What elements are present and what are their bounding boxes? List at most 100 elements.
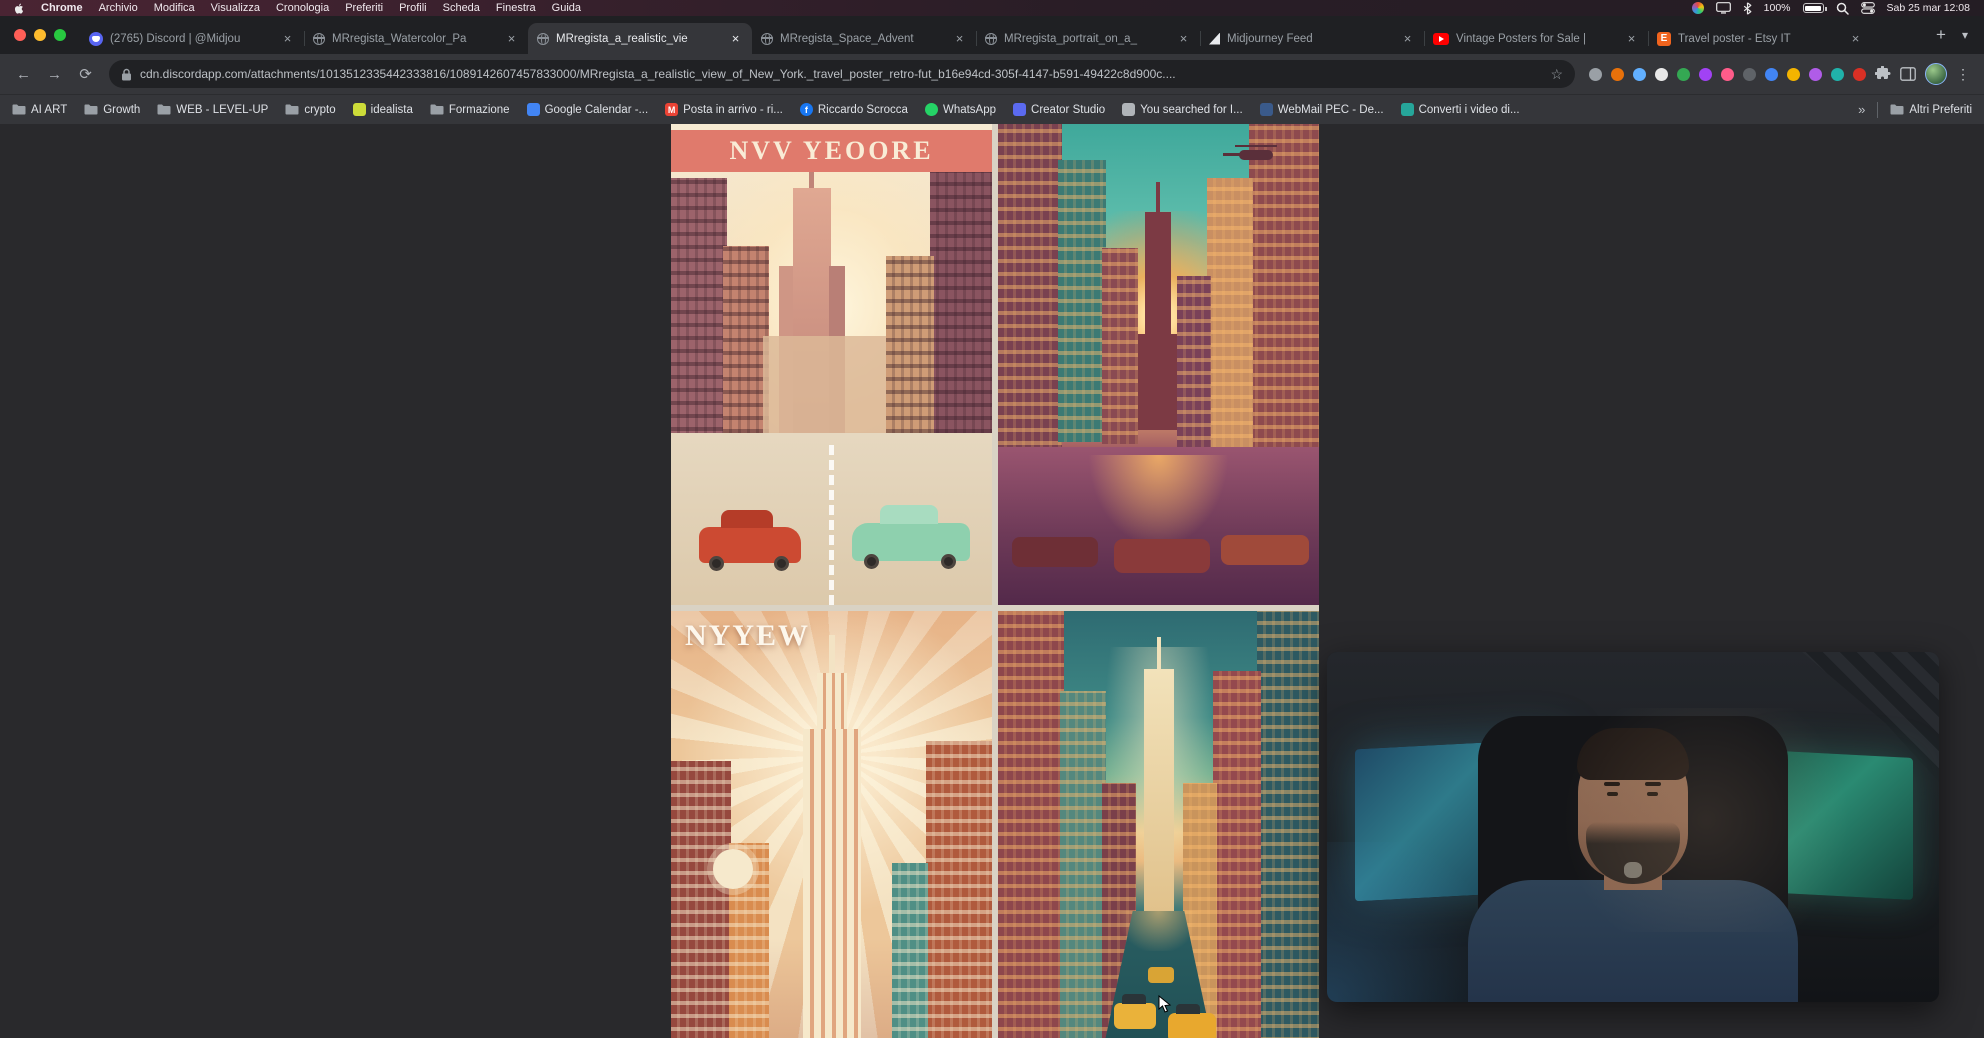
tab-close-icon[interactable]: ×	[1848, 31, 1863, 46]
tab-label: (2765) Discord | @Midjou	[110, 33, 273, 45]
spotlight-search-icon[interactable]	[1836, 2, 1849, 15]
extension-icon[interactable]	[1809, 68, 1822, 81]
bookmark-whatsapp[interactable]: WhatsApp	[925, 103, 996, 116]
menubar-clock[interactable]: Sab 25 mar 12:08	[1887, 0, 1970, 16]
bookmark-label: Posta in arrivo - ri...	[683, 104, 783, 116]
tab-search-chevron-icon[interactable]: ▾	[1954, 28, 1976, 42]
webmail-favicon-icon	[1260, 103, 1273, 116]
bookmark-folder-growth[interactable]: Growth	[84, 104, 140, 116]
bookmark-folder-formazione[interactable]: Formazione	[430, 104, 510, 116]
bookmark-idealista[interactable]: idealista	[353, 103, 413, 116]
display-mirroring-icon[interactable]	[1716, 2, 1731, 14]
tab-vintage-posters[interactable]: Vintage Posters for Sale | ×	[1424, 23, 1648, 54]
back-button[interactable]: ←	[10, 61, 37, 88]
facebook-favicon-icon: f	[800, 103, 813, 116]
extension-icon[interactable]	[1853, 68, 1866, 81]
bluetooth-icon[interactable]	[1743, 2, 1752, 15]
extension-icon[interactable]	[1655, 68, 1668, 81]
menu-item-archivio[interactable]: Archivio	[99, 0, 138, 16]
extension-icon[interactable]	[1721, 68, 1734, 81]
tab-portrait[interactable]: MRregista_portrait_on_a_ ×	[976, 23, 1200, 54]
window-close-button[interactable]	[14, 29, 26, 41]
bookmark-you-searched[interactable]: You searched for I...	[1122, 103, 1243, 116]
menu-item-preferiti[interactable]: Preferiti	[345, 0, 383, 16]
car-wheel	[774, 556, 789, 571]
bookmarks-overflow-chevron[interactable]: »	[1858, 102, 1865, 117]
bookmark-gmail-inbox[interactable]: M Posta in arrivo - ri...	[665, 103, 783, 116]
control-center-icon[interactable]	[1861, 2, 1875, 14]
tab-close-icon[interactable]: ×	[1400, 31, 1415, 46]
forward-button[interactable]: →	[41, 61, 68, 88]
poster-car	[1114, 539, 1210, 573]
tab-close-icon[interactable]: ×	[504, 31, 519, 46]
bookmark-label: Riccardo Scrocca	[818, 104, 908, 116]
menu-item-guida[interactable]: Guida	[552, 0, 581, 16]
side-panel-icon[interactable]	[1900, 67, 1916, 81]
bookmark-folder-altri-preferiti[interactable]: Altri Preferiti	[1890, 104, 1972, 116]
menu-item-chrome[interactable]: Chrome	[41, 0, 83, 16]
menu-item-scheda[interactable]: Scheda	[443, 0, 480, 16]
reload-button[interactable]: ⟳	[72, 61, 99, 88]
poster-building	[1060, 691, 1106, 1038]
poster-new-york-bottom-right	[998, 611, 1319, 1038]
extension-icon[interactable]	[1633, 68, 1646, 81]
tab-label: MRregista_a_realistic_vie	[556, 33, 721, 45]
battery-icon[interactable]	[1803, 3, 1824, 13]
tab-label: MRregista_portrait_on_a_	[1004, 33, 1169, 45]
poster-building	[1249, 124, 1319, 464]
color-profile-icon[interactable]	[1692, 2, 1704, 14]
chrome-menu-kebab-icon[interactable]: ⋮	[1956, 66, 1970, 83]
menu-item-profili[interactable]: Profili	[399, 0, 427, 16]
apple-logo-icon[interactable]	[14, 2, 25, 15]
address-bar[interactable]: cdn.discordapp.com/attachments/101351233…	[109, 60, 1575, 88]
window-maximize-button[interactable]	[54, 29, 66, 41]
new-tab-button[interactable]: +	[1928, 22, 1954, 48]
tab-close-icon[interactable]: ×	[1624, 31, 1639, 46]
tab-watercolor[interactable]: MRregista_Watercolor_Pa ×	[304, 23, 528, 54]
gmail-favicon-icon: M	[665, 103, 678, 116]
extension-icon[interactable]	[1677, 68, 1690, 81]
bookmark-webmail-pec[interactable]: WebMail PEC - De...	[1260, 103, 1384, 116]
tab-close-icon[interactable]: ×	[280, 31, 295, 46]
tab-close-icon[interactable]: ×	[728, 31, 743, 46]
extension-icon[interactable]	[1743, 68, 1756, 81]
profile-avatar[interactable]	[1925, 63, 1947, 85]
bookmark-folder-ai-art[interactable]: AI ART	[12, 104, 67, 116]
extension-icon[interactable]	[1589, 68, 1602, 81]
folder-icon	[1890, 104, 1904, 115]
bookmark-folder-web-level-up[interactable]: WEB - LEVEL-UP	[157, 104, 268, 116]
poster-building	[671, 178, 727, 440]
tab-space-adventure[interactable]: MRregista_Space_Advent ×	[752, 23, 976, 54]
window-minimize-button[interactable]	[34, 29, 46, 41]
extension-icon[interactable]	[1765, 68, 1778, 81]
bookmark-label: idealista	[371, 104, 413, 116]
poster-title-banner: NVV YEOORE	[671, 130, 992, 172]
tab-etsy[interactable]: E Travel poster - Etsy IT ×	[1648, 23, 1872, 54]
menu-item-finestra[interactable]: Finestra	[496, 0, 536, 16]
extension-icon[interactable]	[1611, 68, 1624, 81]
extension-icon[interactable]	[1831, 68, 1844, 81]
menu-item-cronologia[interactable]: Cronologia	[276, 0, 329, 16]
bookmark-star-icon[interactable]: ☆	[1550, 66, 1563, 83]
site-favicon-icon	[353, 103, 366, 116]
menu-item-visualizza[interactable]: Visualizza	[211, 0, 260, 16]
extension-icon[interactable]	[1699, 68, 1712, 81]
bookmark-google-calendar[interactable]: Google Calendar -...	[527, 103, 649, 116]
poster-building	[926, 741, 992, 1038]
poster-building	[998, 611, 1064, 1038]
bookmark-folder-crypto[interactable]: crypto	[285, 104, 335, 116]
tab-midjourney-feed[interactable]: Midjourney Feed ×	[1200, 23, 1424, 54]
extensions-puzzle-icon[interactable]	[1875, 66, 1891, 82]
tab-realistic-view-active[interactable]: MRregista_a_realistic_vie ×	[528, 23, 752, 54]
menu-item-modifica[interactable]: Modifica	[154, 0, 195, 16]
tab-discord[interactable]: (2765) Discord | @Midjou ×	[80, 23, 304, 54]
bookmark-facebook-profile[interactable]: f Riccardo Scrocca	[800, 103, 908, 116]
lock-icon[interactable]	[121, 68, 132, 81]
tab-label: Travel poster - Etsy IT	[1678, 33, 1841, 45]
extension-icon[interactable]	[1787, 68, 1800, 81]
bookmark-creator-studio[interactable]: Creator Studio	[1013, 103, 1105, 116]
tab-close-icon[interactable]: ×	[952, 31, 967, 46]
bookmark-converti-video[interactable]: Converti i video di...	[1401, 103, 1520, 116]
tab-close-icon[interactable]: ×	[1176, 31, 1191, 46]
yellow-taxi	[1114, 1003, 1156, 1029]
